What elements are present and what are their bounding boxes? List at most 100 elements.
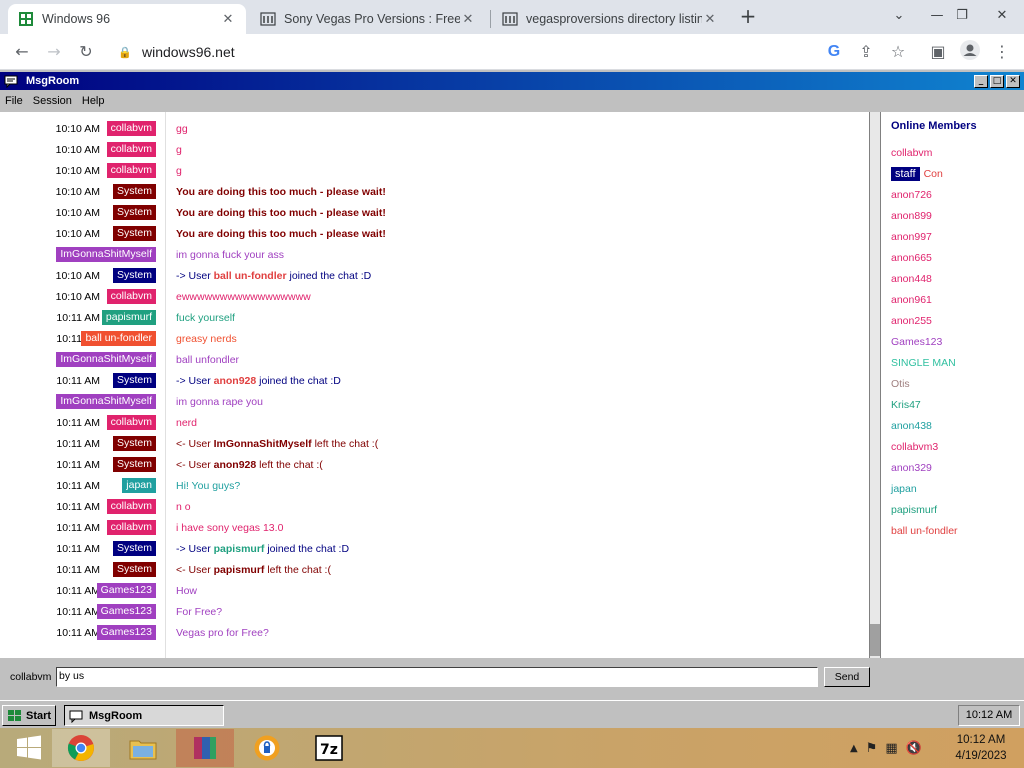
forward-icon[interactable]: →: [42, 40, 66, 64]
close-icon[interactable]: ✕: [702, 12, 718, 27]
member-item[interactable]: Kris47: [891, 399, 921, 411]
tray-chevron-up-icon[interactable]: ▲: [850, 743, 858, 754]
message-username-badge[interactable]: collabvm: [106, 163, 156, 178]
start-button[interactable]: Start: [2, 705, 56, 726]
message-text: <- User papismurf left the chat :(: [176, 564, 331, 576]
member-item[interactable]: japan: [891, 483, 917, 495]
chat-log[interactable]: 10:10 AM collabvm gg 10:10 AM collabvm g 10:10…: [0, 112, 870, 658]
member-item[interactable]: collabvm: [891, 147, 932, 159]
message-username-badge[interactable]: ImGonnaShitMyself: [56, 247, 156, 262]
member-item[interactable]: anon448: [891, 273, 932, 285]
message-text: g: [176, 165, 182, 177]
message-mentioned-user: papismurf: [213, 564, 265, 576]
message-username-badge[interactable]: collabvm: [106, 499, 156, 514]
message-username-badge[interactable]: collabvm: [106, 121, 156, 136]
7zip-icon[interactable]: 7z: [300, 729, 358, 767]
side-panel-icon[interactable]: ▣: [926, 40, 950, 64]
minimize-icon[interactable]: _: [974, 75, 988, 88]
message-username-badge[interactable]: System: [112, 562, 156, 577]
tab-search-chevron-icon[interactable]: ⌄: [882, 0, 916, 32]
reload-icon[interactable]: ↻: [74, 40, 98, 64]
message-username-badge[interactable]: System: [112, 226, 156, 241]
member-name: anon726: [891, 189, 932, 201]
member-item[interactable]: Otis: [891, 378, 910, 390]
maximize-icon[interactable]: □: [990, 75, 1004, 88]
address-bar[interactable]: 🔒 windows96.net: [110, 38, 882, 66]
member-item[interactable]: anon726: [891, 189, 932, 201]
restore-icon[interactable]: ❐: [945, 0, 979, 32]
share-icon[interactable]: ⇪: [854, 40, 878, 64]
member-item[interactable]: ball un-fondler: [891, 525, 958, 537]
message-username-badge[interactable]: System: [112, 268, 156, 283]
message-text: gg: [176, 123, 188, 135]
message-text: How: [176, 585, 198, 597]
member-name: staff: [891, 167, 920, 181]
network-icon[interactable]: ▦: [885, 741, 897, 756]
message-text-suffix: left the chat :(: [264, 564, 331, 576]
message-text: ball unfondler: [176, 354, 240, 366]
message-username-badge[interactable]: papismurf: [101, 310, 156, 325]
message-username-badge[interactable]: System: [112, 541, 156, 556]
message-username-badge[interactable]: japan: [122, 478, 156, 493]
flag-icon[interactable]: ⚑: [866, 741, 878, 756]
tab-sony-vegas[interactable]: Sony Vegas Pro Versions : Free D ✕: [250, 4, 486, 34]
close-window-icon[interactable]: ✕: [985, 0, 1019, 32]
member-item[interactable]: anon329: [891, 462, 932, 474]
message-username-badge[interactable]: System: [112, 205, 156, 220]
message-username-badge[interactable]: ImGonnaShitMyself: [56, 394, 156, 409]
message-username-badge[interactable]: System: [112, 373, 156, 388]
message-username-badge[interactable]: collabvm: [106, 415, 156, 430]
member-item[interactable]: papismurf: [891, 504, 937, 516]
member-item[interactable]: anon997: [891, 231, 932, 243]
member-item[interactable]: collabvm3: [891, 441, 938, 453]
message-input[interactable]: by us: [56, 667, 818, 687]
chat-message: 10:11 AM japan Hi! You guys?: [0, 475, 869, 496]
security-app-icon[interactable]: [238, 729, 296, 767]
windows-start-icon[interactable]: [0, 729, 58, 767]
member-item[interactable]: Games123: [891, 336, 942, 348]
close-icon[interactable]: ✕: [460, 12, 476, 27]
menu-session[interactable]: Session: [28, 95, 77, 107]
back-icon[interactable]: ←: [10, 40, 34, 64]
message-username-badge[interactable]: System: [112, 457, 156, 472]
member-item[interactable]: staff Con: [891, 167, 943, 181]
menu-kebab-icon[interactable]: ⋮: [990, 40, 1014, 64]
chat-scrollbar[interactable]: [870, 112, 880, 658]
member-item[interactable]: anon255: [891, 315, 932, 327]
menu-help[interactable]: Help: [77, 95, 110, 107]
google-icon[interactable]: G: [822, 40, 846, 64]
bookmark-star-icon[interactable]: ☆: [886, 40, 910, 64]
close-icon[interactable]: ✕: [220, 12, 236, 27]
close-icon[interactable]: ✕: [1006, 75, 1020, 88]
message-username-badge[interactable]: collabvm: [106, 520, 156, 535]
scrollbar-thumb[interactable]: [870, 624, 880, 656]
send-button[interactable]: Send: [824, 667, 870, 687]
message-username-badge[interactable]: Games123: [96, 604, 156, 619]
os-clock[interactable]: 10:12 AM 4/19/2023: [945, 732, 1017, 764]
message-username-badge[interactable]: ball un-fondler: [81, 331, 156, 346]
message-username-badge[interactable]: System: [112, 184, 156, 199]
volume-muted-icon[interactable]: 🔇: [906, 741, 922, 756]
file-explorer-icon[interactable]: [114, 729, 172, 767]
winrar-icon[interactable]: [176, 729, 234, 767]
member-item[interactable]: anon961: [891, 294, 932, 306]
menu-file[interactable]: File: [0, 95, 28, 107]
message-username-badge[interactable]: collabvm: [106, 142, 156, 157]
member-item[interactable]: anon899: [891, 210, 932, 222]
message-username-badge[interactable]: ImGonnaShitMyself: [56, 352, 156, 367]
member-item[interactable]: SINGLE MAN: [891, 357, 956, 369]
message-username-badge[interactable]: System: [112, 436, 156, 451]
member-name: anon438: [891, 420, 932, 432]
member-item[interactable]: anon665: [891, 252, 932, 264]
window-titlebar[interactable]: MsgRoom _ □ ✕: [0, 72, 1024, 90]
chrome-icon[interactable]: [52, 729, 110, 767]
tab-windows96[interactable]: Windows 96 ✕: [8, 4, 246, 34]
taskbar-item-msgroom[interactable]: MsgRoom: [64, 705, 224, 726]
message-username-badge[interactable]: Games123: [96, 583, 156, 598]
member-item[interactable]: anon438: [891, 420, 932, 432]
tab-vegasproversions[interactable]: vegasproversions directory listin ✕: [492, 4, 728, 34]
message-username-badge[interactable]: collabvm: [106, 289, 156, 304]
new-tab-button[interactable]: +: [738, 6, 758, 28]
message-username-badge[interactable]: Games123: [96, 625, 156, 640]
profile-avatar-icon[interactable]: [958, 40, 982, 64]
